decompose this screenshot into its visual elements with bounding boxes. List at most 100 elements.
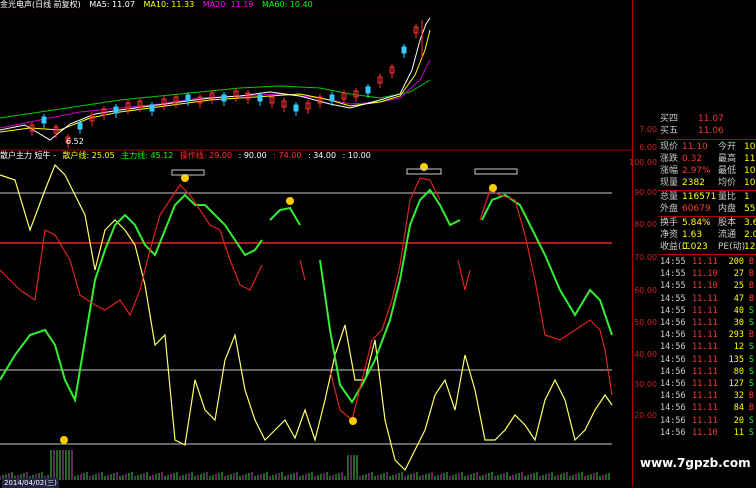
tick-volume: 84 <box>733 403 744 414</box>
y-axis: 7.00 6.00 100.00 90.00 80.00 70.00 60.00… <box>629 0 659 487</box>
indicator-header: 散户主力 短牛 - 散户线: 25.05 主力线: 45.12 操作线: 29.… <box>0 151 375 161</box>
stat-label: 涨跌 <box>660 154 679 164</box>
tick-row: 14:56 11.11 32 B <box>658 390 756 402</box>
retail-label: 散户线: 25.05 <box>62 151 115 160</box>
stat-label: 涨幅 <box>660 166 679 176</box>
stat-value-2: 10 <box>744 166 756 176</box>
tick-direction: S <box>748 305 754 316</box>
v10-label: : 10.00 <box>342 151 371 160</box>
ma20-label: MA20: 11.19 <box>202 0 254 9</box>
stat-row: 净资 1.63 流通 2.0 <box>658 229 756 241</box>
tick-direction: S <box>748 342 754 353</box>
stat-label: 现价 <box>660 142 679 152</box>
ind-tick: 40.00 <box>634 350 657 359</box>
price-tick: 6.00 <box>639 143 657 152</box>
stat-label-2: 内盘 <box>718 204 737 214</box>
bid-label: 买四 <box>660 114 679 124</box>
ma5-label: MA5: 11.07 <box>89 0 135 9</box>
ind-tick: 20.00 <box>634 411 657 420</box>
stat-value-2: 10 <box>744 178 756 188</box>
tick-price: 11.11 <box>692 403 718 414</box>
stat-value: 5.84% <box>682 218 711 228</box>
tick-time: 14:55 <box>660 257 686 267</box>
tick-volume: 40 <box>733 305 744 316</box>
v34-label: : 34.00 <box>307 151 337 160</box>
watermark-text: www.7gpzb.com <box>640 456 751 470</box>
main-label: 主力线: 45.12 <box>121 151 174 160</box>
tick-row: 14:56 11.11 84 B <box>658 402 756 414</box>
tick-time: 14:55 <box>660 293 686 304</box>
tick-price: 11.11 <box>692 293 718 304</box>
ma60-line <box>0 79 431 119</box>
tick-time: 14:56 <box>660 379 686 389</box>
tick-volume: 25 <box>733 281 744 292</box>
stat-row: 涨跌 0.32 最高 11 <box>658 153 756 165</box>
ma5-line <box>0 17 431 141</box>
stat-row: 现价 11.10 今开 10 <box>658 141 756 153</box>
main-line <box>0 193 263 404</box>
stat-value: 2382 <box>682 178 705 188</box>
ind-tick: 60.00 <box>634 286 657 295</box>
separator <box>658 254 756 255</box>
tick-row: 14:55 11.10 27 B <box>658 268 756 280</box>
ind-tick: 50.00 <box>634 318 657 327</box>
tick-time: 14:56 <box>660 366 686 377</box>
bid-row: 买五 11.06 <box>658 125 756 137</box>
tick-price: 11.11 <box>692 342 718 353</box>
tick-price: 11.11 <box>692 354 718 365</box>
tick-row: 14:56 11.11 80 S <box>658 366 756 378</box>
stat-label-2: 最低 <box>718 166 737 176</box>
tick-direction: B <box>748 269 754 280</box>
tick-direction: B <box>748 293 754 304</box>
op-line-4 <box>457 259 471 291</box>
candlesticks <box>29 24 419 148</box>
stat-value: 2.97% <box>682 166 711 176</box>
tick-price: 11.11 <box>692 366 718 377</box>
stat-value: 0.32 <box>682 154 703 164</box>
tick-time: 14:55 <box>660 281 686 292</box>
retail-line <box>0 163 613 472</box>
stat-value-2: 3.6 <box>744 218 756 228</box>
tick-direction: S <box>748 318 754 328</box>
tick-time: 14:55 <box>660 305 686 316</box>
ma20-line <box>0 59 431 129</box>
op-label: 操作线: 29.00 <box>179 151 233 160</box>
quote-panel: 买四 11.07 买五 11.06 现价 11.10 今开 10 涨跌 0.32 最高 11 涨幅 2.9… <box>658 113 756 487</box>
stat-value-2: 11 <box>744 154 756 164</box>
tick-price: 11.11 <box>692 257 718 267</box>
ma10-label: MA10: 11.33 <box>143 0 195 9</box>
tick-volume: 80 <box>733 366 744 377</box>
stat-value-2: 10 <box>744 142 756 152</box>
stat-row: 外盘 60679 内盘 55 <box>658 203 756 215</box>
tick-price: 11.10 <box>692 281 718 292</box>
stat-row: 总量 116571 量比 1 <box>658 191 756 203</box>
tick-volume: 200 <box>728 257 744 267</box>
tick-time: 14:56 <box>660 318 686 328</box>
tick-direction: B <box>748 403 754 414</box>
tick-volume: 11 <box>733 427 744 438</box>
tick-time: 14:56 <box>660 415 686 426</box>
tick-time: 14:56 <box>660 354 686 365</box>
tick-price: 11.10 <box>692 269 718 280</box>
tick-price: 11.11 <box>692 391 718 402</box>
stat-value: 0.023 <box>682 242 708 252</box>
smiley-icon <box>60 163 497 444</box>
signal-box <box>171 168 518 176</box>
tick-direction: B <box>748 391 754 402</box>
stat-value: 1.63 <box>682 230 703 240</box>
stat-label-2: 股本 <box>718 218 737 228</box>
stat-value: 116571 <box>682 192 717 202</box>
tick-volume: 27 <box>733 269 744 280</box>
tick-volume: 20 <box>733 415 744 426</box>
chart-canvas[interactable] <box>0 0 632 487</box>
stat-label: 现量 <box>660 178 679 188</box>
ind-tick: 70.00 <box>634 253 657 262</box>
v90-label: : 90.00 <box>238 151 267 160</box>
stat-label-2: 流通 <box>718 230 737 240</box>
tick-direction: S <box>748 354 754 365</box>
tick-row: 14:56 11.11 12 S <box>658 341 756 353</box>
separator <box>658 139 756 140</box>
tick-volume: 135 <box>728 354 744 365</box>
stat-label-2: PE(动) <box>718 242 746 252</box>
tick-row: 14:56 11.10 11 S <box>658 427 756 439</box>
